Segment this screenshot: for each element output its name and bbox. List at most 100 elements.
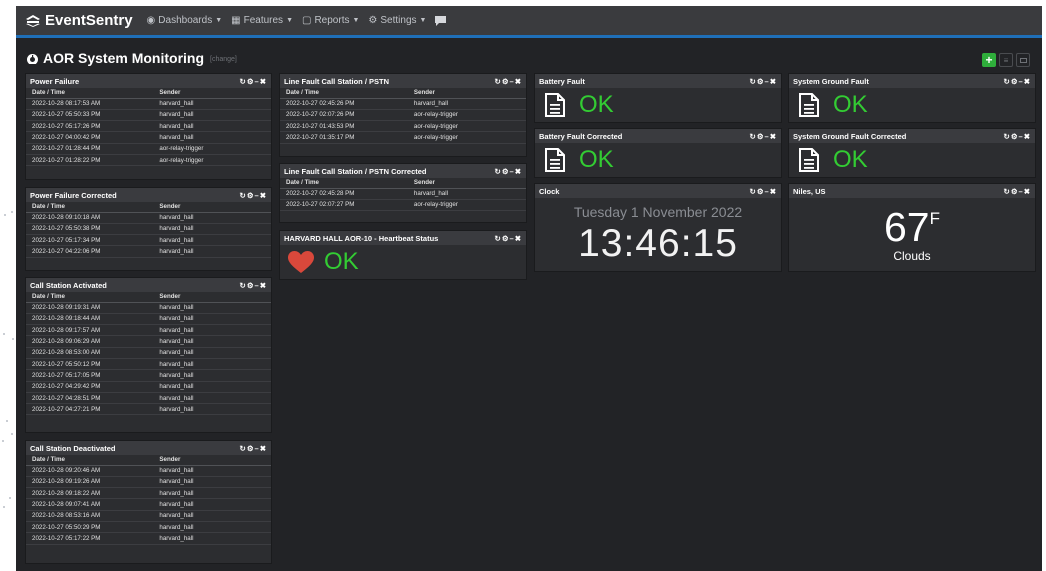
table-cell: 2022-10-27 04:22:06 PM	[26, 245, 154, 258]
table-cell: 2022-10-27 04:00:42 PM	[26, 131, 154, 144]
panel-controls[interactable]: ↻⚙–✖	[1004, 77, 1031, 86]
panel-controls[interactable]: ↻⚙–✖	[495, 77, 522, 86]
table-cell: harvard_hall	[153, 381, 271, 393]
dashboard-icon	[27, 53, 38, 64]
chat-icon	[435, 15, 447, 26]
panel-controls[interactable]: ↻⚙–✖	[240, 191, 267, 200]
monitor-icon	[1019, 57, 1027, 63]
column-header: Date / Time	[280, 178, 408, 189]
table-cell: harvard_hall	[153, 302, 271, 314]
event-table: Date / Time Sender 2022-10-27 02:45:28 PM h…	[280, 178, 526, 212]
nav-reports[interactable]: ▢ Reports ▼	[302, 15, 359, 26]
background-dots	[0, 0, 16, 571]
panel-controls[interactable]: ↻⚙–✖	[240, 77, 267, 86]
table-cell: harvard_hall	[153, 487, 271, 500]
nav-settings[interactable]: ⚙ Settings ▼	[368, 15, 426, 26]
panel-power-failure-corrected: Power Failure Corrected ↻⚙–✖ Date / Time…	[25, 187, 272, 271]
table-cell: aor-relay-trigger	[407, 131, 526, 144]
table-row: 2022-10-27 05:50:29 PM harvard_hall	[26, 521, 271, 534]
table-cell: 2022-10-28 09:06:29 AM	[26, 335, 154, 348]
table-cell: harvard_hall	[153, 476, 271, 489]
page-title: AOR System Monitoring	[43, 50, 205, 66]
reports-icon: ▢	[302, 15, 312, 26]
grid-icon: ▦	[231, 15, 241, 26]
panel-ground-fault: System Ground Fault ↻⚙–✖ OK	[788, 73, 1036, 123]
panel-controls[interactable]: ↻⚙–✖	[750, 187, 777, 196]
document-icon	[545, 93, 565, 117]
panel-header: System Ground Fault ↻⚙–✖	[789, 74, 1035, 88]
table-header-row: Date / Time Sender	[280, 88, 526, 99]
panel-controls[interactable]: ↻⚙–✖	[495, 234, 522, 243]
table-cell: harvard_hall	[153, 109, 271, 122]
table-cell: harvard_hall	[153, 131, 271, 144]
table-row: 2022-10-27 05:17:34 PM harvard_hall	[26, 234, 271, 247]
event-table: Date / Time Sender 2022-10-28 09:10:18 AM h…	[26, 202, 271, 258]
panel-title: Battery Fault	[539, 76, 585, 86]
brand-logo[interactable]: EventSentry	[26, 12, 133, 29]
panel-controls[interactable]: ↻⚙–✖	[495, 167, 522, 176]
panel-header: Line Fault Call Station / PSTN ↻⚙–✖	[280, 74, 526, 88]
eventsentry-logo-icon	[26, 14, 40, 27]
table-row: 2022-10-28 09:10:18 AM harvard_hall	[26, 212, 271, 224]
table-cell: 2022-10-27 05:50:29 PM	[26, 521, 154, 534]
panel-title: System Ground Fault Corrected	[793, 131, 907, 141]
document-icon	[799, 93, 819, 117]
table-cell: 2022-10-27 05:50:33 PM	[26, 109, 154, 122]
panel-controls[interactable]: ↻⚙–✖	[1004, 132, 1031, 141]
screen-view-button[interactable]	[1016, 53, 1030, 67]
panel-title: Battery Fault Corrected	[539, 131, 623, 141]
panel-header: Power Failure ↻⚙–✖	[26, 74, 271, 88]
table-cell: harvard_hall	[153, 313, 271, 326]
nav-features[interactable]: ▦ Features ▼	[231, 15, 293, 26]
temperature-value: 67	[884, 204, 930, 250]
column-header: Date / Time	[26, 292, 154, 303]
panel-power-failure: Power Failure ↻⚙–✖ Date / Time Sender 2022…	[25, 73, 272, 180]
table-header-row: Date / Time Sender	[26, 455, 271, 466]
panel-header: Call Station Deactivated ↻⚙–✖	[26, 441, 271, 455]
panel-controls[interactable]: ↻⚙–✖	[1004, 187, 1031, 196]
table-row: 2022-10-28 09:06:29 AM harvard_hall	[26, 335, 271, 348]
column-header: Sender	[153, 455, 271, 466]
panel-controls[interactable]: ↻⚙–✖	[750, 132, 777, 141]
panel-title: Power Failure	[30, 76, 80, 86]
column-header: Sender	[407, 178, 526, 189]
heart-icon	[288, 250, 314, 273]
table-cell: 2022-10-27 04:27:21 PM	[26, 403, 154, 416]
table-cell: 2022-10-28 09:20:46 AM	[26, 465, 154, 477]
panel-controls[interactable]: ↻⚙–✖	[750, 77, 777, 86]
panel-controls[interactable]: ↻⚙–✖	[240, 281, 267, 290]
table-cell: aor-relay-trigger	[153, 154, 271, 167]
table-row: 2022-10-27 02:45:28 PM harvard_hall	[280, 188, 526, 200]
panel-header: Power Failure Corrected ↻⚙–✖	[26, 188, 271, 202]
table-cell: 2022-10-28 09:19:26 AM	[26, 476, 154, 489]
table-row: 2022-10-27 01:43:53 PM aor-relay-trigger	[280, 120, 526, 133]
panel-controls[interactable]: ↻⚙–✖	[240, 444, 267, 453]
add-widget-button[interactable]: +	[982, 53, 996, 67]
clock-date: Tuesday 1 November 2022	[573, 204, 743, 220]
table-row: 2022-10-28 09:07:41 AM harvard_hall	[26, 498, 271, 511]
caret-down-icon: ▼	[286, 17, 293, 24]
table-cell: 2022-10-27 05:50:38 PM	[26, 223, 154, 236]
table-row: 2022-10-28 09:18:22 AM harvard_hall	[26, 487, 271, 500]
change-link[interactable]: [change]	[210, 56, 237, 63]
temperature: 67F	[789, 204, 1035, 251]
table-cell: harvard_hall	[153, 498, 271, 511]
table-cell: harvard_hall	[153, 358, 271, 371]
table-header-row: Date / Time Sender	[280, 178, 526, 189]
chat-button[interactable]	[435, 15, 447, 26]
table-row: 2022-10-28 08:17:53 AM harvard_hall	[26, 98, 271, 110]
top-navbar: EventSentry ◉ Dashboards ▼ ▦ Features ▼ …	[16, 6, 1042, 38]
list-view-button[interactable]: ≡	[999, 53, 1013, 67]
table-row: 2022-10-27 04:22:06 PM harvard_hall	[26, 245, 271, 258]
table-row: 2022-10-27 01:35:17 PM aor-relay-trigger	[280, 131, 526, 144]
weather-condition: Clouds	[893, 249, 931, 263]
table-cell: harvard_hall	[153, 98, 271, 110]
table-cell: 2022-10-27 05:17:34 PM	[26, 234, 154, 247]
status-text: OK	[324, 248, 359, 275]
panel-title: Line Fault Call Station / PSTN Corrected	[284, 166, 427, 176]
nav-dashboards[interactable]: ◉ Dashboards ▼	[147, 15, 223, 26]
document-icon	[799, 148, 819, 172]
table-cell: harvard_hall	[153, 403, 271, 416]
table-row: 2022-10-27 01:28:22 PM aor-relay-trigger	[26, 154, 271, 167]
panel-heartbeat: HARVARD HALL AOR-10 - Heartbeat Status ↻…	[279, 230, 527, 280]
